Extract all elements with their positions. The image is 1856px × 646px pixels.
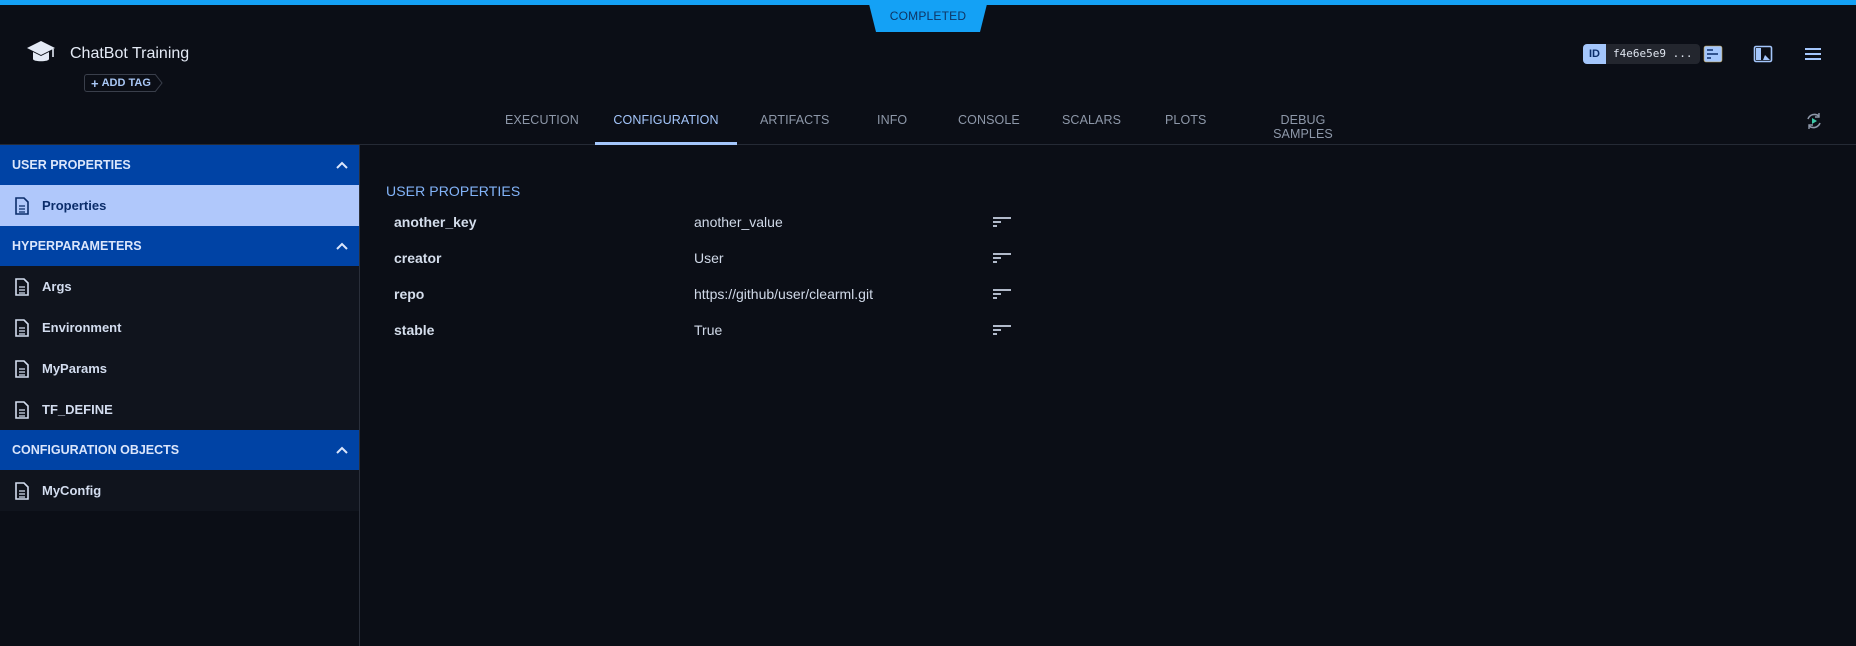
property-row: another_key another_value xyxy=(394,204,1034,240)
sidebar-item-label: Properties xyxy=(42,198,106,213)
document-icon xyxy=(14,482,30,500)
chevron-up-icon xyxy=(335,160,349,170)
task-id-badge[interactable]: ID f4e6e5e9 ... xyxy=(1583,44,1700,64)
tab-scalars[interactable]: SCALARS xyxy=(1062,102,1118,144)
tab-console[interactable]: CONSOLE xyxy=(958,102,1018,144)
sidebar-item-myconfig[interactable]: MyConfig xyxy=(0,470,359,511)
section-header-configuration-objects[interactable]: CONFIGURATION OBJECTS xyxy=(0,430,359,470)
info-panel-icon[interactable] xyxy=(1703,45,1723,63)
property-value: another_value xyxy=(694,214,992,230)
section-title: HYPERPARAMETERS xyxy=(12,239,142,253)
tab-artifacts[interactable]: ARTIFACTS xyxy=(760,102,824,144)
property-key: creator xyxy=(394,250,694,266)
tab-configuration[interactable]: CONFIGURATION xyxy=(595,102,737,144)
properties-panel: USER PROPERTIES another_key another_valu… xyxy=(361,145,1856,646)
sidebar: USER PROPERTIES Properties HYPERPARAMETE… xyxy=(0,145,360,646)
sidebar-item-label: MyParams xyxy=(42,361,107,376)
property-value: True xyxy=(694,322,992,338)
chevron-up-icon xyxy=(335,241,349,251)
menu-icon[interactable] xyxy=(1803,45,1823,63)
property-key: stable xyxy=(394,322,694,338)
property-key: repo xyxy=(394,286,694,302)
plus-icon: + xyxy=(91,76,99,91)
document-icon xyxy=(14,319,30,337)
document-icon xyxy=(14,278,30,296)
sidebar-item-label: Environment xyxy=(42,320,121,335)
sidebar-item-label: TF_DEFINE xyxy=(42,402,113,417)
document-icon xyxy=(14,360,30,378)
sidebar-item-args[interactable]: Args xyxy=(0,266,359,307)
section-title: CONFIGURATION OBJECTS xyxy=(12,443,179,457)
tab-plots[interactable]: PLOTS xyxy=(1165,102,1205,144)
panel-section-title: USER PROPERTIES xyxy=(386,183,520,199)
description-icon[interactable] xyxy=(992,252,1012,264)
layout-toggle-icon[interactable] xyxy=(1753,45,1773,63)
tab-execution[interactable]: EXECUTION xyxy=(505,102,571,144)
id-value: f4e6e5e9 ... xyxy=(1606,44,1700,64)
tab-info[interactable]: INFO xyxy=(877,102,907,144)
auto-refresh-icon[interactable] xyxy=(1804,111,1824,131)
tab-debug-samples[interactable]: DEBUG SAMPLES xyxy=(1253,102,1353,144)
sidebar-item-environment[interactable]: Environment xyxy=(0,307,359,348)
description-icon[interactable] xyxy=(992,216,1012,228)
sidebar-item-myparams[interactable]: MyParams xyxy=(0,348,359,389)
sidebar-item-tf-define[interactable]: TF_DEFINE xyxy=(0,389,359,430)
section-header-user-properties[interactable]: USER PROPERTIES xyxy=(0,145,359,185)
sidebar-item-label: MyConfig xyxy=(42,483,101,498)
property-row: creator User xyxy=(394,240,1034,276)
section-header-hyperparameters[interactable]: HYPERPARAMETERS xyxy=(0,226,359,266)
property-value: https://github/user/clearml.git xyxy=(694,286,992,302)
task-title: ChatBot Training xyxy=(70,45,189,63)
property-key: another_key xyxy=(394,214,694,230)
description-icon[interactable] xyxy=(992,288,1012,300)
property-row: repo https://github/user/clearml.git xyxy=(394,276,1034,312)
section-title: USER PROPERTIES xyxy=(12,158,131,172)
document-icon xyxy=(14,401,30,419)
chevron-up-icon xyxy=(335,445,349,455)
description-icon[interactable] xyxy=(992,324,1012,336)
add-tag-label: ADD TAG xyxy=(102,77,151,89)
property-value: User xyxy=(694,250,992,266)
sidebar-item-properties[interactable]: Properties xyxy=(0,185,359,226)
id-label: ID xyxy=(1583,44,1606,64)
property-row: stable True xyxy=(394,312,1034,348)
tab-bar: EXECUTION CONFIGURATION ARTIFACTS INFO C… xyxy=(0,102,1856,145)
sidebar-item-label: Args xyxy=(42,279,72,294)
add-tag-button[interactable]: +ADD TAG xyxy=(84,73,163,93)
graduation-cap-icon xyxy=(26,38,56,66)
document-icon xyxy=(14,197,30,215)
